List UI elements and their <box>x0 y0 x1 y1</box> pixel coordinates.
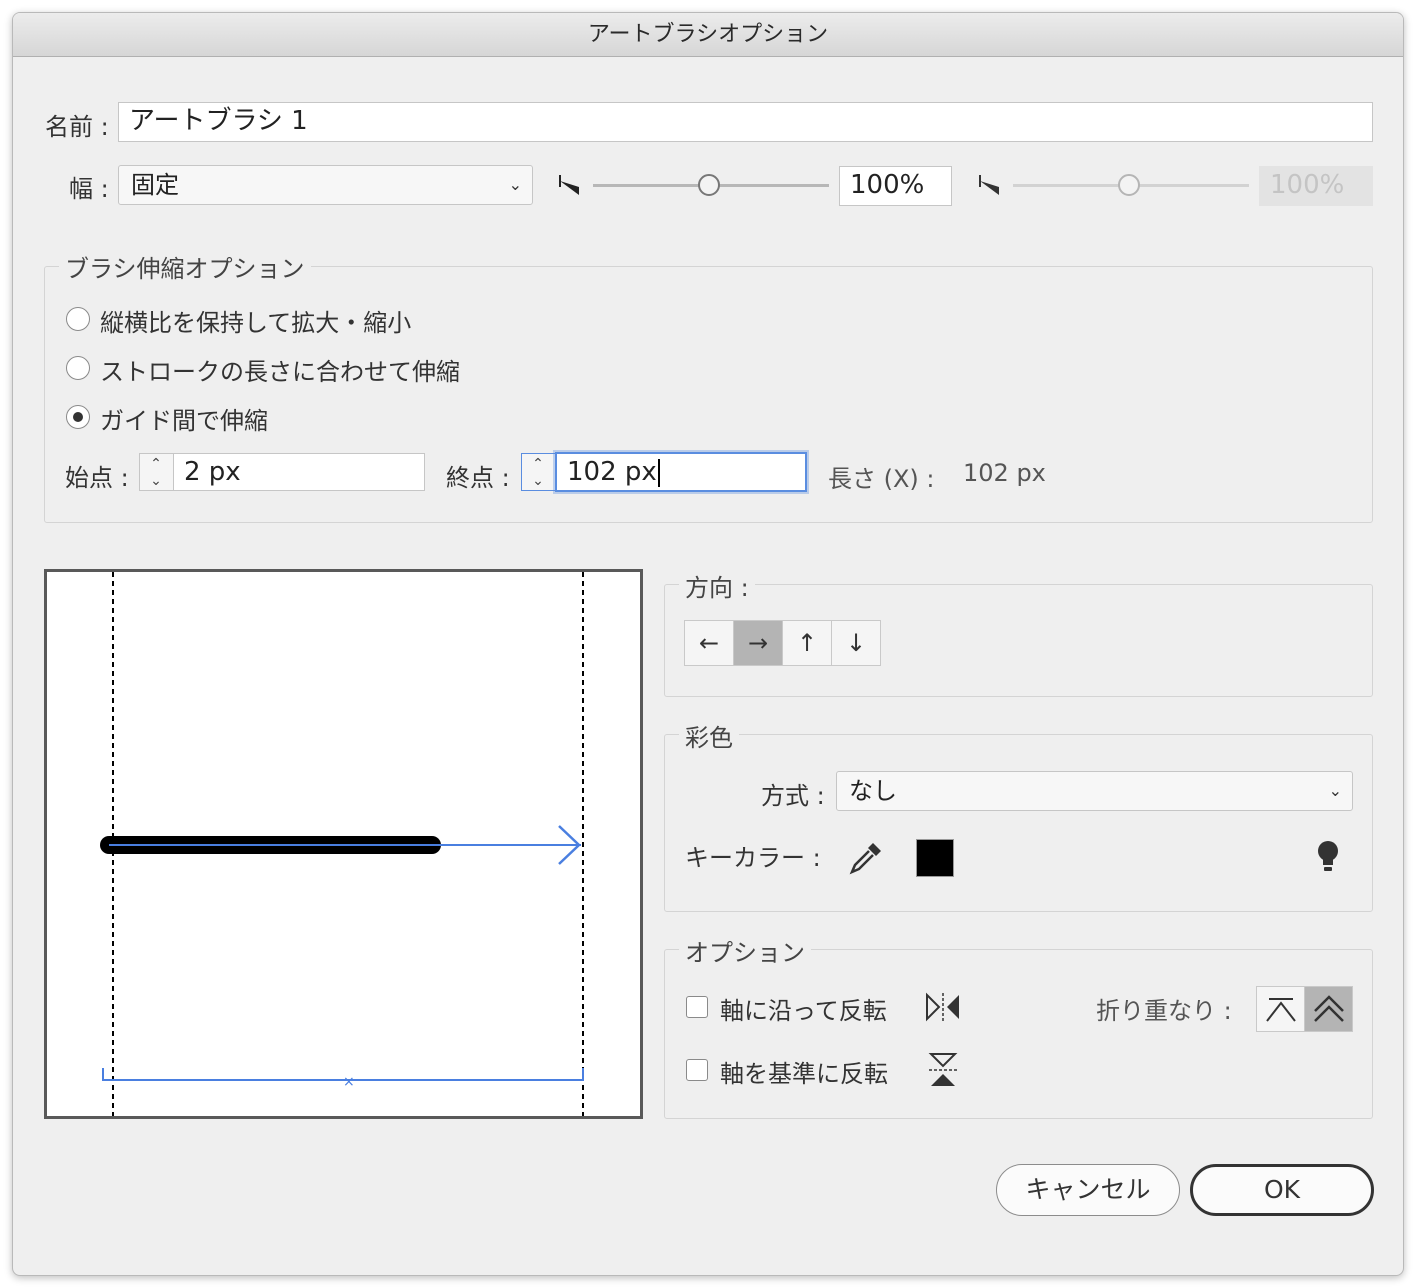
chevron-down-icon[interactable]: ⌄ <box>140 473 172 489</box>
radio-button[interactable] <box>66 356 90 380</box>
direction-up-button[interactable]: ↑ <box>782 620 832 666</box>
text-caret <box>657 458 660 487</box>
radio-stretch-to-fit[interactable]: ストロークの長さに合わせて伸縮 <box>66 354 666 386</box>
art-brush-options-dialog: アートブラシオプション 名前 : アートブラシ 1 幅 : 固定 ⌄ 100% … <box>12 12 1404 1276</box>
end-label: 終点 : <box>446 464 510 492</box>
keycolor-swatch[interactable] <box>916 839 954 877</box>
min-width-slider-thumb[interactable] <box>698 174 720 196</box>
keycolor-label: キーカラー : <box>685 844 821 872</box>
method-label: 方式 : <box>761 782 825 810</box>
arrow-down-icon: ↓ <box>845 629 867 657</box>
radio-label: ストロークの長さに合わせて伸縮 <box>100 358 460 386</box>
ok-button[interactable]: OK <box>1190 1164 1374 1216</box>
chevron-up-icon[interactable]: ⌃ <box>140 456 172 472</box>
radio-button-selected[interactable] <box>66 405 90 429</box>
min-width-input[interactable]: 100% <box>839 166 952 206</box>
flip-across-label: 軸を基準に反転 <box>720 1060 888 1088</box>
max-width-slider-thumb[interactable] <box>1118 174 1140 196</box>
width-select[interactable]: 固定 ⌄ <box>118 165 533 205</box>
cancel-button[interactable]: キャンセル <box>996 1164 1180 1216</box>
start-input[interactable]: 2 px <box>173 453 425 491</box>
overlap-avoid-icon <box>1313 995 1344 1022</box>
length-value: 102 px <box>963 459 1046 487</box>
eyedropper-icon[interactable] <box>847 839 885 877</box>
stretch-options-title: ブラシ伸縮オプション <box>59 249 311 284</box>
radio-stretch-between-guides[interactable]: ガイド間で伸縮 <box>66 403 666 435</box>
arrow-left-icon: ← <box>698 629 720 657</box>
max-width-input[interactable]: 100% <box>1259 166 1373 206</box>
end-input[interactable]: 102 px <box>555 452 807 492</box>
chevron-up-icon[interactable]: ⌃ <box>522 456 554 472</box>
arrow-up-icon: ↑ <box>796 629 818 657</box>
flip-along-icon <box>926 992 959 1022</box>
direction-down-button[interactable]: ↓ <box>831 620 881 666</box>
method-select-value: なし <box>849 777 897 805</box>
radio-scale-proportionally[interactable]: 縦横比を保持して拡大・縮小 <box>66 305 666 337</box>
length-label: 長さ (X) : <box>828 465 935 493</box>
end-input-value: 102 px <box>567 457 657 487</box>
chevron-down-icon: ⌄ <box>508 175 522 194</box>
direction-left-button[interactable]: ← <box>684 620 734 666</box>
overlap-avoid-button[interactable] <box>1304 986 1353 1032</box>
overlap-corners-icon <box>1265 998 1296 1022</box>
chevron-down-icon: ⌄ <box>1328 781 1342 800</box>
chevron-down-icon[interactable]: ⌄ <box>522 473 554 489</box>
brush-preview: × <box>44 569 643 1119</box>
options-group <box>664 949 1373 1119</box>
name-label: 名前 : <box>45 113 109 141</box>
flip-across-icon <box>928 1053 958 1086</box>
method-select[interactable]: なし ⌄ <box>836 771 1353 811</box>
flip-along-label: 軸に沿って反転 <box>720 997 887 1025</box>
dialog-title: アートブラシオプション <box>13 13 1403 57</box>
brush-name-input[interactable]: アートブラシ 1 <box>118 102 1373 142</box>
width-select-value: 固定 <box>131 171 179 199</box>
lightbulb-tips-icon[interactable] <box>1313 839 1343 875</box>
width-label: 幅 : <box>69 175 109 203</box>
center-mark-icon: × <box>343 1074 355 1090</box>
overlap-label: 折り重なり : <box>1096 997 1232 1025</box>
options-title: オプション <box>679 933 811 968</box>
flip-across-checkbox[interactable] <box>686 1059 708 1081</box>
flip-along-checkbox[interactable] <box>686 996 708 1018</box>
direction-title: 方向 : <box>679 568 755 603</box>
max-width-icon <box>979 175 999 195</box>
min-width-icon <box>559 175 579 195</box>
arrow-right-icon: → <box>747 629 769 657</box>
direction-right-button[interactable]: → <box>733 620 783 666</box>
radio-label: 縦横比を保持して拡大・縮小 <box>100 309 412 337</box>
colorization-group <box>664 734 1373 912</box>
end-stepper[interactable]: ⌃ ⌄ <box>521 453 555 491</box>
start-label: 始点 : <box>65 464 129 492</box>
radio-label: ガイド間で伸縮 <box>100 407 268 435</box>
overlap-adjust-corners-button[interactable] <box>1256 986 1305 1032</box>
brush-preview-canvas: × <box>100 572 584 1116</box>
start-stepper[interactable]: ⌃ ⌄ <box>139 453 173 491</box>
colorization-title: 彩色 <box>679 718 739 753</box>
radio-button[interactable] <box>66 307 90 331</box>
